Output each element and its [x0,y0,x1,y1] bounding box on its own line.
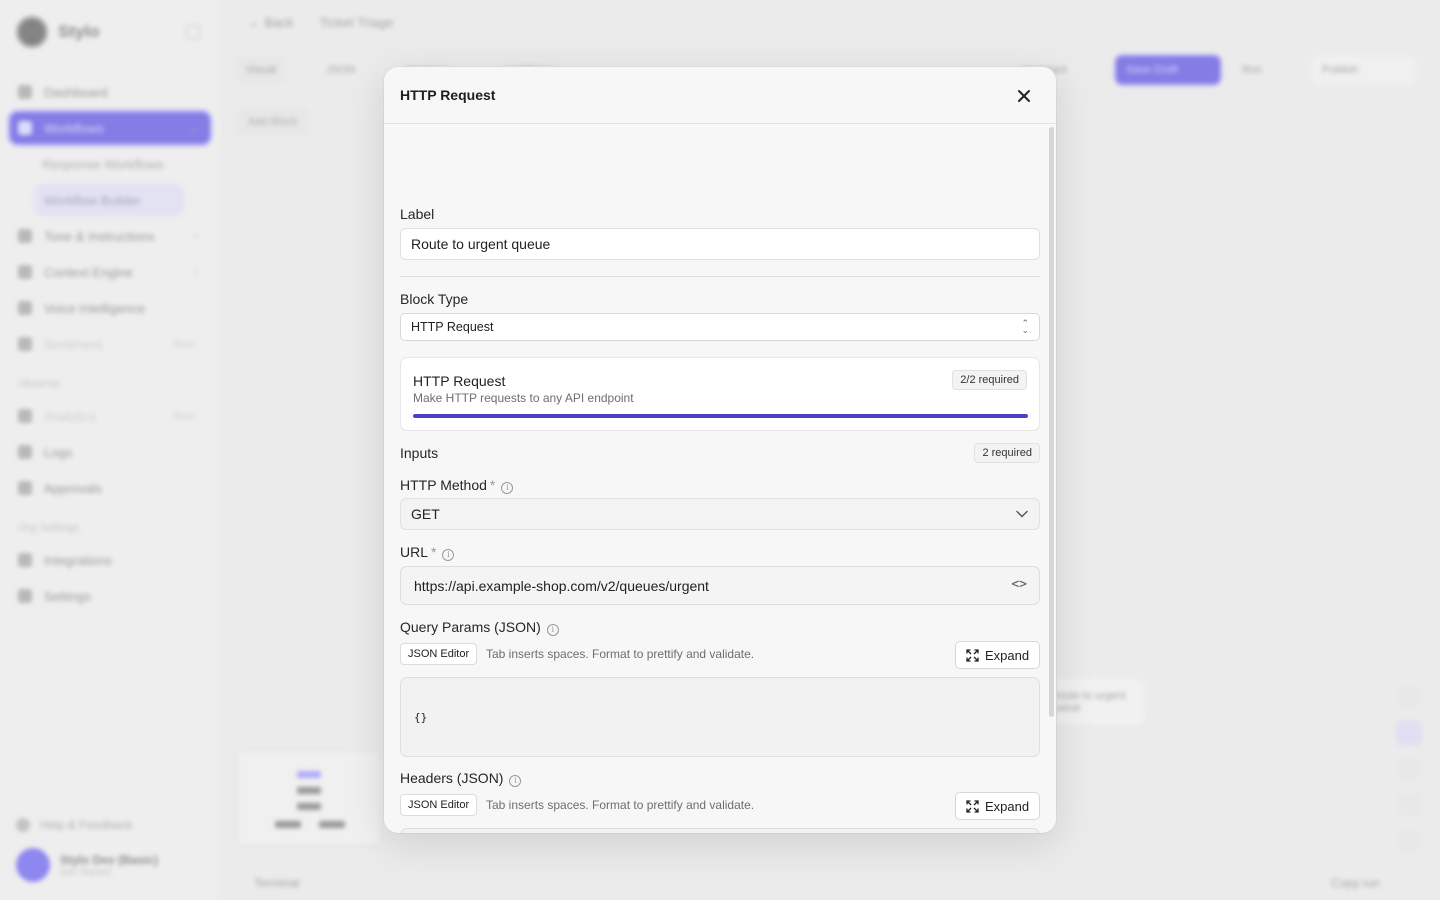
headers-expand-button[interactable]: Expand [955,792,1040,820]
close-icon [1018,90,1030,102]
query-params-expand-button[interactable]: Expand [955,641,1040,669]
scrollbar[interactable] [1049,127,1054,717]
expand-icon [966,799,979,813]
json-editor-tag: JSON Editor [400,643,478,665]
inputs-heading: Inputs [400,445,439,461]
dialog-title: HTTP Request [400,87,496,103]
info-icon[interactable]: i [509,775,522,787]
query-params-code-editor[interactable]: {} [400,677,1040,757]
dialog-header: HTTP Request [384,67,1056,124]
block-info-title: HTTP Request [413,373,506,389]
info-icon[interactable]: i [501,482,514,494]
http-request-dialog: HTTP Request Label Route to urgent queue… [384,67,1056,833]
json-editor-tag: JSON Editor [400,794,478,816]
http-method-value: GET [411,506,440,522]
editor-hint: Tab inserts spaces. Format to prettify a… [486,647,755,661]
required-marker: * [489,477,496,493]
block-type-select[interactable]: HTTP Request ⌃ ⌄ [400,313,1040,341]
headers-code-editor[interactable]: {} [400,828,1040,833]
info-icon[interactable]: i [546,624,559,636]
chevron-down-icon [1016,510,1028,518]
info-icon[interactable]: i [442,549,455,561]
close-button[interactable] [1012,84,1036,108]
dialog-body: Label Route to urgent queue Block Type H… [400,124,1040,833]
url-label: URL * i [400,544,455,561]
code-icon[interactable]: <> [1011,577,1027,592]
required-marker: * [431,544,437,560]
divider [400,276,1040,277]
url-value: https://api.example-shop.com/v2/queues/u… [414,577,709,594]
block-info-card: HTTP Request Make HTTP requests to any A… [400,357,1040,431]
inputs-required-badge: 2 required [974,443,1040,463]
editor-hint: Tab inserts spaces. Format to prettify a… [486,798,755,812]
required-progress-badge: 2/2 required [952,370,1027,390]
label-input[interactable]: Route to urgent queue [400,228,1040,260]
label-field-label: Label [400,206,435,222]
headers-label: Headers (JSON) i [400,770,522,787]
chevron-up-down-icon: ⌃ ⌄ [1021,318,1029,335]
query-params-editor-bar: JSON Editor Tab inserts spaces. Format t… [400,641,1040,669]
query-params-label: Query Params (JSON) i [400,619,559,636]
block-type-label: Block Type [400,291,469,307]
expand-icon [966,648,979,662]
http-method-select[interactable]: GET [400,498,1040,530]
url-input[interactable]: https://api.example-shop.com/v2/queues/u… [400,566,1040,605]
required-progress-bar [413,414,1028,418]
headers-editor-bar: JSON Editor Tab inserts spaces. Format t… [400,792,1040,820]
http-method-label: HTTP Method * i [400,477,514,494]
block-info-description: Make HTTP requests to any API endpoint [413,391,634,405]
required-progress-fill [413,414,1028,418]
block-type-value: HTTP Request [411,320,494,334]
